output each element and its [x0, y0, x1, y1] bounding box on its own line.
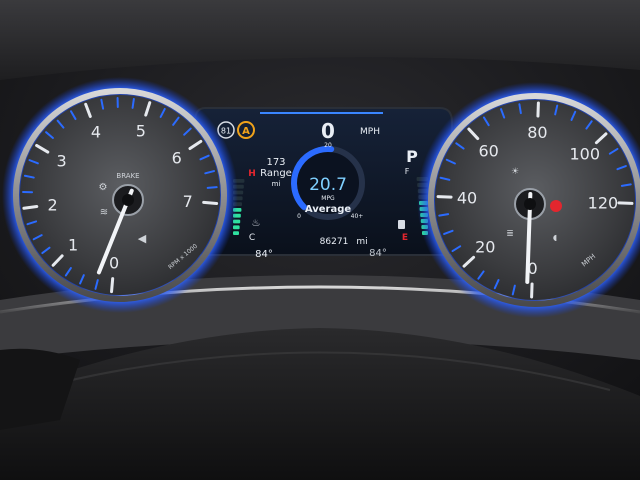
- engine-warning-icon: ⚙: [99, 182, 108, 193]
- left-indicator-text: 81: [221, 127, 231, 136]
- tick-label: 6: [172, 148, 182, 167]
- tick-label: 80: [527, 123, 547, 142]
- mpg-label: Average: [305, 204, 352, 215]
- mpg-value: 20.7: [309, 175, 347, 195]
- tick-label: 5: [136, 121, 146, 140]
- range-value: 173: [266, 157, 285, 168]
- tick-label: 120: [588, 193, 619, 212]
- lamp-icon: ☀: [511, 167, 519, 177]
- instrument-cluster: 81 A 0 MPH 173 Range mi 20 0 40+ 20.7 MP…: [0, 0, 640, 480]
- seatbelt-warning-icon: [550, 200, 562, 212]
- temp-hot-label: H: [248, 169, 256, 179]
- tach-hub-cap: [122, 194, 134, 206]
- minor-tick: [620, 183, 632, 187]
- minor-tick: [438, 213, 450, 217]
- brake-warning-label: BRAKE: [116, 172, 139, 180]
- tick-label: 100: [569, 145, 600, 164]
- tick-label: 60: [478, 141, 498, 160]
- tick-label: 0: [109, 254, 119, 273]
- fuel-full-label: F: [405, 167, 410, 176]
- gear-indicator: P: [406, 147, 418, 166]
- highbeam-icon: ≣: [506, 229, 514, 239]
- minor-tick: [206, 186, 218, 189]
- range-unit: mi: [272, 180, 281, 188]
- tachometer: 01234 567 BRAKE ⚙ ≋ ◀ RPM x 1000: [2, 77, 238, 313]
- autohold-text: A: [242, 126, 250, 137]
- tick-label: 7: [183, 192, 193, 211]
- digital-speed: 0: [321, 119, 335, 143]
- instrument-cluster-photo: 81 A 0 MPH 173 Range mi 20 0 40+ 20.7 MP…: [0, 0, 640, 480]
- turn-left-icon: ◀: [138, 232, 147, 245]
- minor-tick: [518, 103, 522, 115]
- mpg-scale-min: 0: [297, 213, 301, 220]
- fuel-empty-label: E: [402, 233, 408, 243]
- coolant-icon: ♨: [252, 218, 261, 229]
- major-tick: [202, 200, 219, 205]
- odometer-unit: mi: [356, 237, 367, 247]
- traction-icon: ≋: [100, 207, 108, 218]
- minor-tick: [131, 97, 135, 109]
- gauge-segment: [233, 225, 240, 230]
- temp-cold-label: C: [249, 233, 255, 243]
- range-label: Range: [260, 168, 292, 179]
- mpg-unit: MPG: [321, 195, 335, 202]
- major-tick: [22, 204, 39, 210]
- tick-label: 3: [56, 151, 66, 170]
- fuel-pump-icon: [398, 220, 405, 229]
- seat-icon: ◖: [553, 233, 557, 242]
- tick-label: 2: [48, 195, 58, 214]
- mpg-scale-mid: 20: [324, 142, 332, 149]
- outside-temp-right: 84°: [369, 248, 387, 259]
- tick-label: 1: [68, 235, 78, 254]
- tick-label: 4: [91, 122, 101, 141]
- gauge-segment: [233, 231, 239, 235]
- mpg-scale-max: 40+: [351, 213, 364, 220]
- tick-label: 20: [475, 237, 495, 256]
- tick-label: 40: [457, 189, 477, 208]
- major-tick: [110, 277, 115, 294]
- outside-temp-left: 84°: [255, 249, 273, 260]
- speedo-hub-cap: [524, 198, 536, 210]
- odometer-value: 86271: [320, 237, 349, 247]
- digital-speed-unit: MPH: [360, 127, 380, 137]
